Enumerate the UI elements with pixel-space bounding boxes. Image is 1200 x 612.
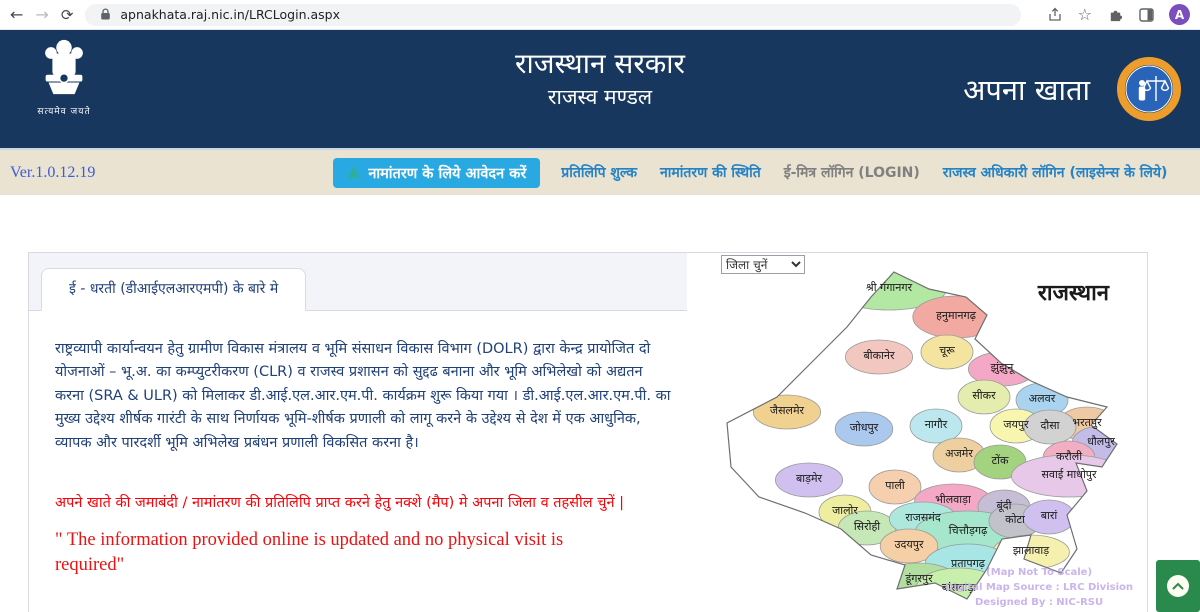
info-column: ई - धरती (डीआईएलआरएमपी) के बारे मे राष्ट… [29,253,687,612]
side-panel-icon[interactable] [1138,7,1154,23]
browser-toolbar: ← → ⟳ apnakhata.raj.nic.in/LRCLogin.aspx… [0,0,1200,30]
map-district-label[interactable]: धौलपुर [1087,435,1115,448]
map-column: जिला चुनें राजस्थान श्री गंगानगरहनुमानगढ… [687,253,1147,612]
dilrmp-description: राष्ट्रव्यापी कार्यान्वयन हेतु ग्रामीण व… [55,338,673,455]
browser-profile-avatar[interactable]: A [1169,4,1190,25]
map-district-label[interactable]: टोंक [992,454,1009,467]
map-district-label[interactable]: अलवर [1029,392,1056,405]
nav-link-emitra-login[interactable]: ई-मित्र लॉगिन (LOGIN) [784,163,920,182]
map-district-label[interactable]: जालोर [832,504,858,517]
map-district-label[interactable]: चित्तौड़गढ़ [949,524,988,537]
map-district-label[interactable]: पाली [885,479,905,492]
map-district-label[interactable]: दौसा [1041,419,1060,432]
map-district-label[interactable]: हनुमानगढ़ [936,309,977,322]
nav-link-revenue-officer-login[interactable]: राजस्व अधिकारी लॉगिन (लाइसेन्स के लिये) [943,163,1168,182]
address-bar[interactable]: apnakhata.raj.nic.in/LRCLogin.aspx [85,4,1020,26]
map-district-label[interactable]: चूरू [939,344,955,358]
apply-mutation-button[interactable]: नामांतरण के लिये आवेदन करें [333,158,540,188]
nav-link-mutation-status[interactable]: नामांतरण की स्थिति [660,163,761,182]
url-text: apnakhata.raj.nic.in/LRCLogin.aspx [120,7,340,22]
map-district-label[interactable]: बाड़मेर [796,472,823,485]
content-panel: ई - धरती (डीआईएलआरएमपी) के बारे मे राष्ट… [28,252,1148,612]
map-district-label[interactable]: डूंगरपुर [904,572,933,586]
notice-hindi: अपने खाते की जमाबंदी / नामांतरण की प्रति… [55,492,673,512]
main-navigation: Ver.1.0.12.19 नामांतरण के लिये आवेदन करे… [0,150,1200,195]
map-district-label[interactable]: श्री गंगानगर [866,281,913,294]
apply-mutation-label: नामांतरण के लिये आवेदन करें [368,163,526,183]
map-district-label[interactable]: सवाई माधोपुर [1041,468,1097,481]
person-icon [347,167,359,179]
map-district-label[interactable]: जैसलमेर [770,404,805,417]
chevron-up-icon [1167,575,1189,597]
map-district-label[interactable]: करौली [1056,450,1082,463]
map-district-label[interactable]: सीकर [972,389,996,402]
map-attribution: (Map Not To Scale) Digital Map Source : … [945,565,1133,610]
app-title: अपना खाता [963,70,1090,109]
map-district-label[interactable]: बूंदी [997,499,1012,513]
map-district-label[interactable]: भीलवाड़ा [935,493,971,506]
rajasthan-district-map[interactable]: श्री गंगानगर हनुमानगढ़ बीकानेर चूरू झुंझुनू स… [719,267,1149,607]
map-district-label[interactable]: अजमेर [945,447,973,460]
scroll-to-top-button[interactable] [1156,560,1200,612]
map-district-label[interactable]: राजसमंद [905,511,941,524]
map-district-label[interactable]: उदयपुर [895,538,924,551]
tab-strip: ई - धरती (डीआईएलआरएमपी) के बारे मे [29,253,687,311]
map-district-label[interactable]: जयपुर [1003,418,1029,431]
tab-about-edharti[interactable]: ई - धरती (डीआईएलआरएमपी) के बारे मे [41,268,306,311]
back-icon[interactable]: ← [10,7,23,23]
map-district-label[interactable]: झुंझुनू [991,361,1016,375]
share-icon[interactable] [1047,7,1063,23]
map-attribution-line: (Map Not To Scale) [945,565,1133,580]
map-district-label[interactable]: नागौर [925,418,948,431]
version-label: Ver.1.0.12.19 [10,164,95,182]
map-district-label[interactable]: कोटा [1005,513,1025,526]
map-attribution-line: Digital Map Source : LRC Division [945,580,1133,595]
notice-english: " The information provided online is upd… [55,528,635,578]
map-district-label[interactable]: सिरोही [854,520,880,533]
map-district-label[interactable]: भरतपुर [1072,416,1102,429]
lock-icon [97,7,113,23]
department-seal-icon [1116,56,1182,122]
nav-link-copy-fee[interactable]: प्रतिलिपि शुल्क [561,163,637,182]
map-attribution-line: Designed By : NIC-RSU [945,595,1133,610]
map-district-label[interactable]: जोधपुर [850,421,879,434]
map-district-label[interactable]: झालावाड़ [1013,544,1049,557]
site-header: सत्यमेव जयते राजस्थान सरकार राजस्व मण्डल… [0,30,1200,150]
extensions-puzzle-icon[interactable] [1107,7,1123,23]
forward-icon[interactable]: → [35,7,48,23]
reload-icon[interactable]: ⟳ [61,6,74,24]
bookmark-star-icon[interactable]: ☆ [1078,5,1092,24]
map-district-label[interactable]: बीकानेर [863,349,895,362]
map-district-label[interactable]: बारां [1041,509,1058,522]
